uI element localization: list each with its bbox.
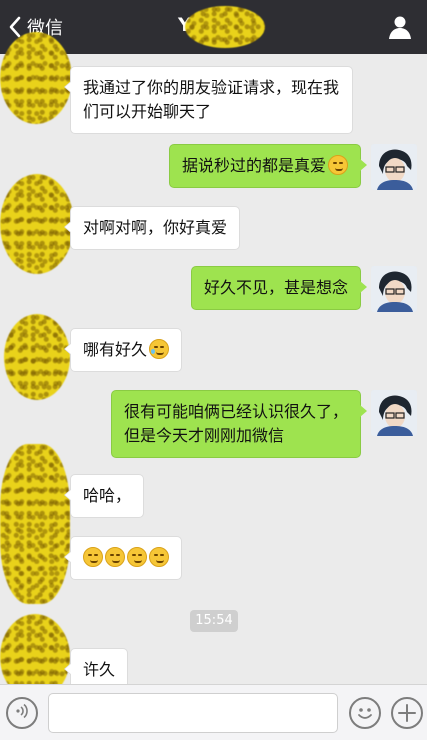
smirk-emoji-icon (149, 547, 169, 567)
message-text: 哪有好久 (83, 340, 148, 359)
more-actions-button[interactable] (391, 697, 423, 729)
my-avatar[interactable] (371, 144, 417, 190)
input-bar (0, 684, 427, 740)
message-text: 许久 (83, 660, 116, 679)
message-list[interactable]: 我通过了你的朋友验证请求，现在我们可以开始聊天了 据说秒过的都是真爱 对啊对啊，… (0, 32, 427, 700)
smirk-emoji-icon (127, 547, 147, 567)
emoji-picker-button[interactable] (349, 697, 381, 729)
message-input[interactable] (48, 693, 338, 733)
smirk-emoji-icon (328, 155, 348, 175)
message-text: 好久不见，甚是想念 (203, 278, 348, 297)
message-text: 很有可能咱俩已经认识很久了，但是今天才刚刚加微信 (124, 402, 349, 445)
redacted-avatar (0, 32, 72, 124)
laugh-cry-emoji-icon (149, 339, 170, 359)
smirk-emoji-icon (105, 547, 125, 567)
message-text: 哈哈， (83, 486, 132, 505)
voice-icon (13, 702, 31, 724)
timestamp-divider: 15:54 (190, 610, 238, 632)
my-avatar[interactable] (371, 390, 417, 436)
plus-icon (398, 704, 416, 722)
message-bubble-incoming[interactable]: 哪有好久 (63, 328, 183, 372)
message-bubble-incoming[interactable]: 我通过了你的朋友验证请求，现在我们可以开始聊天了 (64, 66, 353, 134)
message-bubble-incoming[interactable] (64, 536, 182, 580)
redaction-scribble (185, 6, 265, 48)
message-text: 对啊对啊，你好真爱 (83, 218, 228, 237)
message-bubble-incoming[interactable]: 对啊对啊，你好真爱 (63, 206, 241, 250)
message-bubble-outgoing[interactable]: 很有可能咱俩已经认识很久了，但是今天才刚刚加微信 (111, 390, 367, 458)
redacted-avatar (4, 314, 70, 400)
smiley-icon (358, 708, 372, 719)
message-text: 我通过了你的朋友验证请求，现在我们可以开始聊天了 (83, 78, 340, 121)
contact-info-icon[interactable] (387, 14, 413, 40)
smirk-emoji-icon (83, 547, 103, 567)
message-text: 据说秒过的都是真爱 (181, 156, 326, 175)
redacted-avatar (0, 444, 70, 604)
chat-header: 微信 Y (0, 0, 427, 54)
voice-input-button[interactable] (6, 697, 38, 729)
my-avatar[interactable] (371, 266, 417, 312)
message-bubble-outgoing[interactable]: 好久不见，甚是想念 (190, 266, 368, 310)
message-bubble-incoming[interactable]: 哈哈， (63, 474, 145, 518)
message-bubble-outgoing[interactable]: 据说秒过的都是真爱 (168, 144, 368, 188)
redacted-avatar (0, 174, 74, 274)
